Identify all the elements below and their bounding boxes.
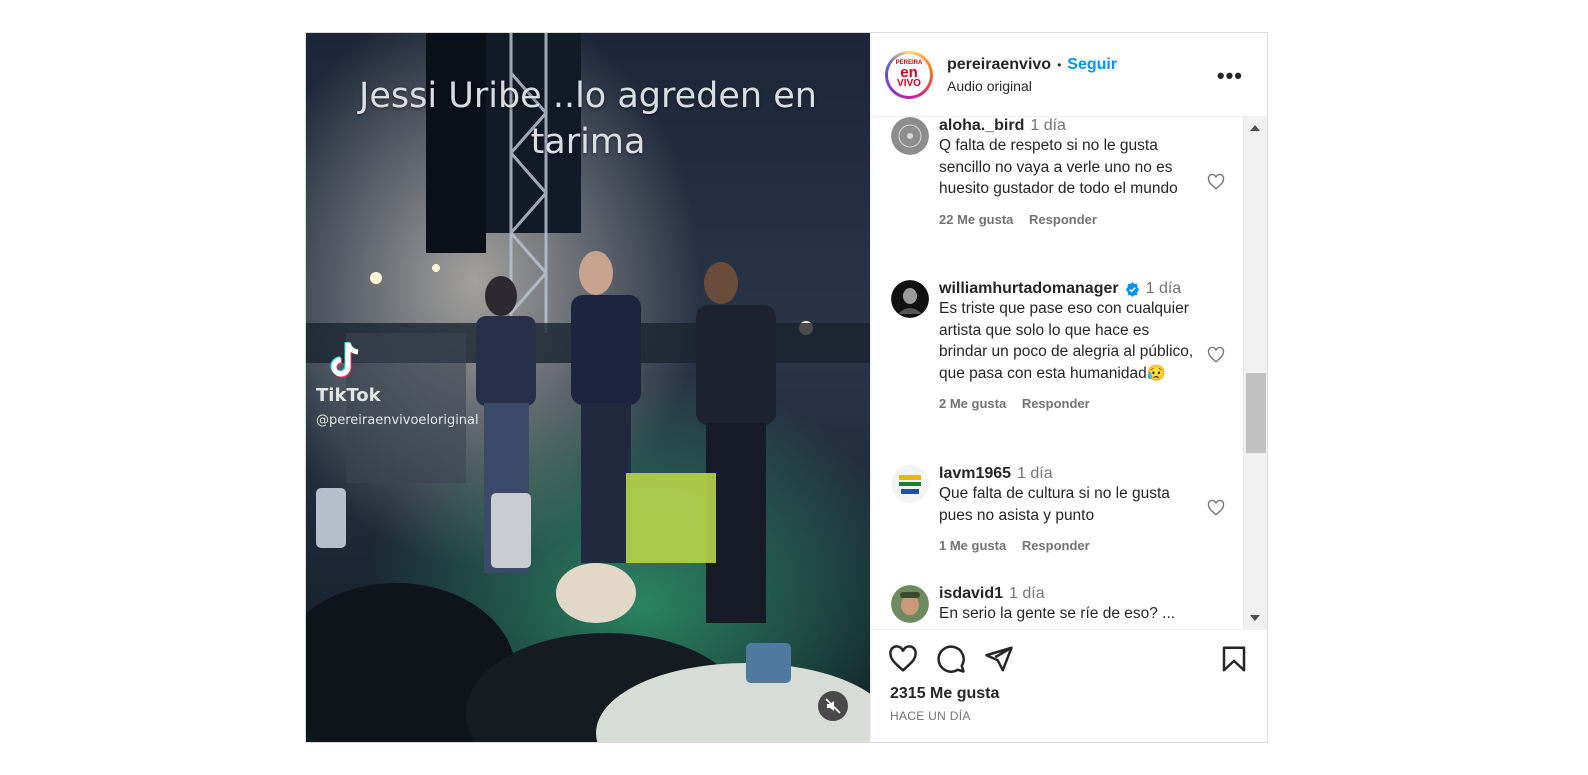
post-header: PEREIRA en VIVO pereiraenvivo • Seguir A… — [871, 33, 1267, 117]
post-side-panel: PEREIRA en VIVO pereiraenvivo • Seguir A… — [870, 33, 1267, 742]
reply-button[interactable]: Responder — [1029, 212, 1097, 227]
comment-text: En serio la gente se ríe de eso? ... — [939, 605, 1176, 622]
tiktok-logo-icon — [330, 342, 359, 378]
tiktok-watermark-label: TikTok — [316, 385, 381, 406]
comment-username[interactable]: williamhurtadomanager — [939, 280, 1119, 298]
comment-meta: 1 Me gusta Responder — [939, 538, 1197, 553]
comment-username[interactable]: lavm1965 — [939, 465, 1011, 483]
tiktok-watermark-user: @pereiraenvivoeloriginal — [316, 413, 479, 428]
account-avatar[interactable]: PEREIRA en VIVO — [885, 50, 933, 99]
comment-username[interactable]: aloha._bird — [939, 117, 1024, 135]
audio-link[interactable]: Audio original — [947, 78, 1117, 94]
comment-avatar[interactable] — [891, 585, 929, 623]
mute-button[interactable] — [818, 691, 848, 721]
scroll-thumb[interactable] — [1246, 373, 1266, 453]
comment-time[interactable]: 1 día — [1009, 585, 1045, 603]
separator-dot: • — [1057, 57, 1062, 72]
video-caption-overlay: Jessi Uribe ..lo agreden en tarima — [359, 76, 817, 162]
share-icon[interactable] — [984, 644, 1014, 674]
video-player[interactable]: Jessi Uribe ..lo agreden en tarima TikTo… — [306, 33, 870, 742]
comment-heart-icon[interactable] — [1207, 346, 1225, 364]
comment-avatar[interactable] — [891, 465, 929, 503]
post-timestamp: HACE UN DÍA — [890, 709, 971, 723]
post-container: Jessi Uribe ..lo agreden en tarima TikTo… — [305, 32, 1268, 743]
comment-item: williamhurtadomanager 1 día Es triste qu… — [891, 280, 1231, 411]
comment-heart-icon[interactable] — [1207, 499, 1225, 517]
comment-username[interactable]: isdavid1 — [939, 585, 1003, 603]
reply-button[interactable]: Responder — [1022, 538, 1090, 553]
reply-button[interactable]: Responder — [1022, 396, 1090, 411]
comments-scrollbar[interactable] — [1243, 117, 1267, 629]
heart-icon[interactable] — [888, 644, 918, 674]
comment-time[interactable]: 1 día — [1146, 280, 1182, 298]
comment-item: isdavid1 1 día En serio la gente se ríe … — [891, 585, 1231, 625]
scroll-up-arrow[interactable] — [1250, 125, 1260, 131]
comment-text: Que falta de cultura si no le gusta pues… — [939, 485, 1170, 524]
comment-avatar[interactable] — [891, 280, 929, 318]
follow-button[interactable]: Seguir — [1067, 56, 1117, 74]
bookmark-icon[interactable] — [1219, 644, 1249, 674]
post-actions: 2315 Me gusta HACE UN DÍA — [871, 629, 1267, 742]
comment-time[interactable]: 1 día — [1017, 465, 1053, 483]
comment-avatar[interactable] — [891, 117, 929, 155]
comment-item: lavm1965 1 día Que falta de cultura si n… — [891, 465, 1231, 553]
more-options-button[interactable]: ••• — [1217, 63, 1243, 89]
comment-likes[interactable]: 22 Me gusta — [939, 212, 1013, 227]
verified-badge-icon — [1125, 281, 1139, 297]
logo-bottom-text: VIVO — [897, 78, 921, 89]
account-logo: PEREIRA en VIVO — [888, 53, 930, 96]
comment-text: Es triste que pase eso con cualquier art… — [939, 300, 1194, 382]
comment-likes[interactable]: 1 Me gusta — [939, 538, 1006, 553]
comment-likes[interactable]: 2 Me gusta — [939, 396, 1006, 411]
header-text: pereiraenvivo • Seguir Audio original — [947, 56, 1117, 94]
likes-count[interactable]: 2315 Me gusta — [890, 685, 999, 703]
comments-list[interactable]: aloha._bird 1 día Q falta de respeto si … — [871, 117, 1267, 629]
comment-heart-icon[interactable] — [1207, 173, 1225, 191]
scroll-down-arrow[interactable] — [1250, 615, 1260, 621]
comment-meta: 2 Me gusta Responder — [939, 396, 1197, 411]
speaker-muted-icon — [825, 698, 841, 714]
comment-meta: 22 Me gusta Responder — [939, 212, 1197, 227]
comment-text: Q falta de respeto si no le gusta sencil… — [939, 137, 1178, 197]
comment-time[interactable]: 1 día — [1030, 117, 1066, 135]
comment-icon[interactable] — [936, 644, 966, 674]
account-username[interactable]: pereiraenvivo — [947, 56, 1051, 74]
comment-item: aloha._bird 1 día Q falta de respeto si … — [891, 117, 1231, 227]
